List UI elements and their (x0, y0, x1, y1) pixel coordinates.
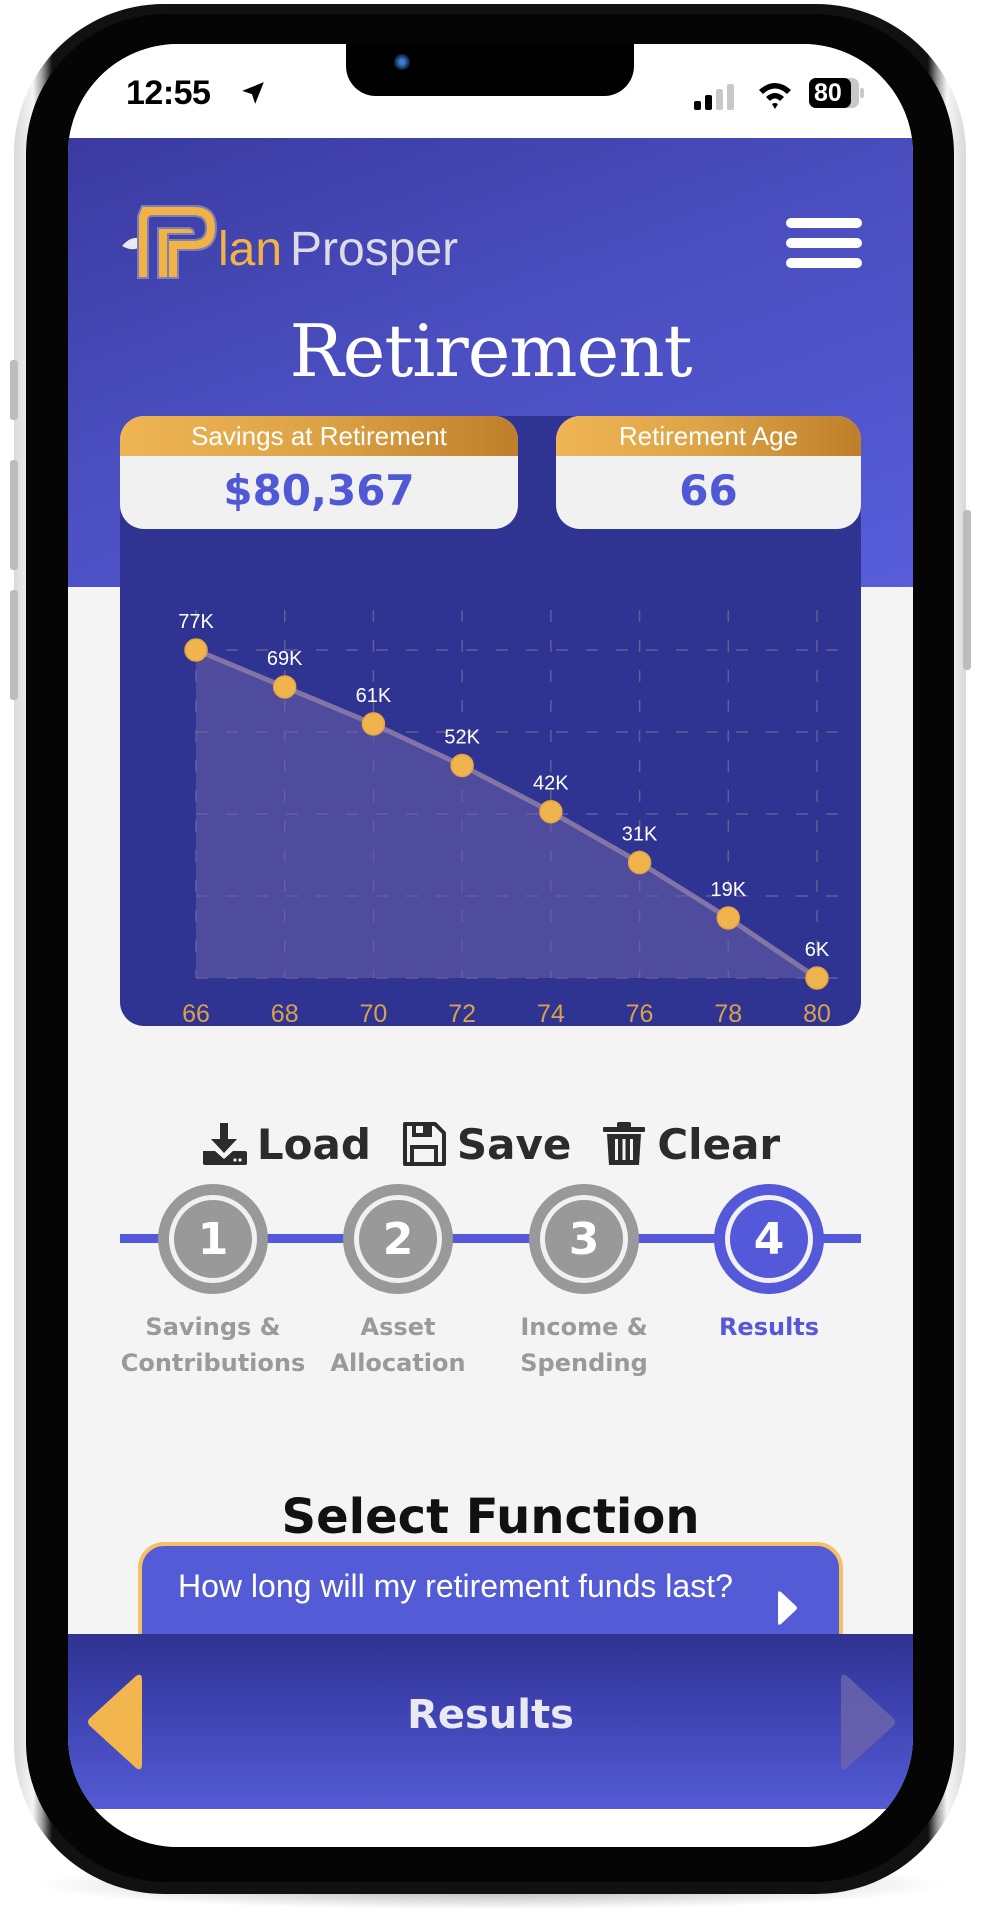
step-number: 1 (169, 1195, 257, 1283)
power-button (963, 510, 971, 670)
download-icon (202, 1123, 247, 1165)
battery-level: 80 (814, 79, 842, 107)
retirement-age-label: Retirement Age (556, 416, 861, 456)
step-number: 3 (540, 1195, 628, 1283)
next-arrow-icon[interactable] (841, 1672, 897, 1772)
retirement-age-value: 66 (679, 466, 738, 515)
logo-text-prosper: Prosper (290, 223, 459, 276)
step-label-line1: Income & (520, 1313, 648, 1341)
step-label-line2: Spending (520, 1349, 648, 1377)
wifi-icon (759, 83, 791, 109)
step-label-line2: Allocation (330, 1349, 466, 1377)
chart-x-tick-label: 78 (714, 1000, 742, 1026)
step-number: 2 (354, 1195, 442, 1283)
chart-data-label: 6K (805, 939, 830, 961)
save-button[interactable]: Save (401, 1114, 571, 1174)
chart-data-label: 42K (533, 773, 569, 795)
step-3-label[interactable]: Income & Spending (489, 1309, 679, 1381)
hamburger-menu-icon[interactable] (786, 218, 862, 272)
chart-x-tick-label: 70 (360, 1000, 388, 1026)
chart-data-label: 69K (267, 648, 303, 670)
chevron-right-icon (778, 1591, 797, 1625)
phone-screen: 12:55 80 lan Prosper Retirement Savings … (68, 44, 913, 1847)
step-label-line1: Results (718, 1313, 820, 1341)
chart-point (805, 966, 829, 990)
file-actions: Load Save Clear (68, 1114, 913, 1174)
planprosper-logo[interactable]: lan Prosper (114, 194, 458, 284)
step-3-income-spending[interactable]: 3 (529, 1184, 639, 1294)
chart-data-label: 61K (356, 685, 392, 707)
status-bar: 12:55 80 (68, 44, 913, 138)
home-indicator-area (68, 1809, 913, 1847)
step-2-label[interactable]: Asset Allocation (303, 1309, 493, 1381)
volume-down-button (10, 590, 18, 700)
chart-x-tick-label: 66 (182, 1000, 210, 1026)
step-label-line1: Savings & (145, 1313, 281, 1341)
clear-label: Clear (657, 1119, 781, 1169)
step-4-label[interactable]: Results (674, 1309, 864, 1345)
status-time: 12:55 (126, 74, 211, 112)
chart-point (184, 638, 208, 662)
chart-x-tick-label: 80 (803, 1000, 831, 1026)
front-camera (394, 54, 410, 70)
chart-x-tick-label: 72 (448, 1000, 476, 1026)
chart-x-tick-label: 68 (271, 1000, 299, 1026)
load-button[interactable]: Load (201, 1114, 371, 1174)
notch (346, 44, 634, 96)
logo-text-lan: lan (218, 223, 283, 276)
chart-x-tick-label: 74 (537, 1000, 565, 1026)
location-arrow-icon (242, 82, 264, 104)
step-label-line1: Asset (360, 1313, 436, 1341)
volume-up-button (10, 460, 18, 570)
savings-value: $80,367 (223, 466, 415, 515)
step-1-label[interactable]: Savings & Contributions (118, 1309, 308, 1381)
chart-point (361, 712, 386, 736)
cellular-signal-icon (694, 84, 734, 110)
mute-switch (10, 360, 18, 420)
step-1-savings-contributions[interactable]: 1 (158, 1184, 268, 1294)
load-label: Load (256, 1119, 371, 1169)
floppy-disk-icon (402, 1122, 446, 1166)
function-option-text: How long will my retirement funds last? (178, 1568, 733, 1604)
save-label: Save (456, 1119, 572, 1169)
step-2-asset-allocation[interactable]: 2 (343, 1184, 453, 1294)
chart-point (627, 850, 652, 875)
battery-icon: 80 (809, 78, 865, 108)
chart-data-label: 19K (710, 879, 746, 901)
step-number: 4 (725, 1195, 813, 1283)
bottom-nav-title: Results (407, 1692, 574, 1738)
chart-data-label: 31K (622, 824, 658, 846)
chart-x-tick-labels: 66 68 70 72 74 76 78 80 (182, 1000, 831, 1026)
savings-at-retirement-card: Savings at Retirement $80,367 (120, 416, 518, 529)
chart-data-label: 52K (444, 726, 480, 748)
savings-label: Savings at Retirement (120, 416, 518, 456)
bottom-navigation: Results (68, 1634, 913, 1809)
chart-point (716, 906, 741, 930)
retirement-age-card: Retirement Age 66 (556, 416, 861, 529)
trash-icon (603, 1122, 646, 1165)
chart-data-label: 77K (178, 611, 214, 633)
chart-point (450, 753, 474, 778)
step-label-line2: Contributions (120, 1349, 306, 1377)
clear-button[interactable]: Clear (601, 1114, 780, 1174)
chart-point (539, 799, 563, 824)
page-title: Retirement (289, 309, 693, 393)
chart-point (272, 675, 297, 699)
savings-chart: 77K 69K 61K 52K 42K 31K 19K 6K 66 68 70 72 74 76 78 80 (178, 610, 855, 1026)
step-4-results[interactable]: 4 (714, 1184, 824, 1294)
chart-x-tick-label: 76 (626, 1000, 654, 1026)
select-function-heading: Select Function (281, 1489, 700, 1545)
